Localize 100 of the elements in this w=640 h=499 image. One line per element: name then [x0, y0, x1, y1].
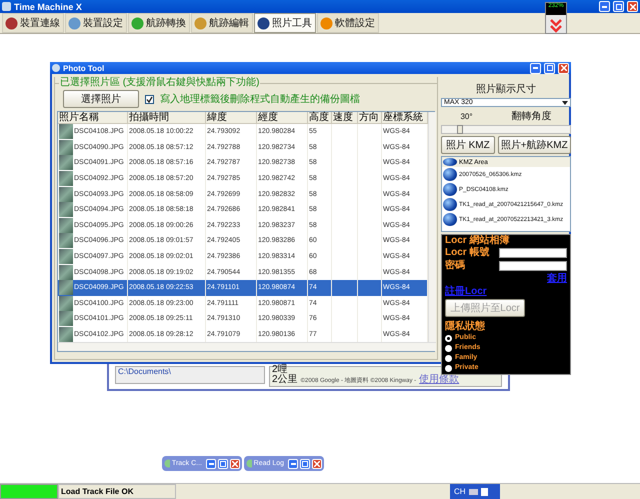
dropdown-icon: [562, 100, 568, 104]
maximize-icon: [616, 4, 622, 10]
globe-icon: [443, 183, 457, 196]
close-icon: [630, 4, 636, 10]
double-chevron-icon[interactable]: [550, 19, 562, 33]
close-button[interactable]: [558, 62, 569, 74]
tab-icon: [131, 16, 144, 30]
status-message: Load Track File OK: [58, 484, 176, 499]
slider-thumb[interactable]: [457, 125, 464, 134]
column-header[interactable]: 經度: [257, 112, 308, 124]
maximize-icon: [220, 460, 226, 466]
minimize-icon: [208, 462, 214, 464]
photo-placeholder: [59, 124, 73, 140]
minimize-icon: [533, 67, 538, 69]
photo-placeholder: [59, 171, 73, 186]
toolbar-tab[interactable]: 裝置連線: [2, 13, 64, 33]
photo-placeholder: [59, 280, 73, 296]
angle-slider[interactable]: [441, 125, 571, 134]
app-icon: [2, 2, 11, 11]
radio-button[interactable]: [445, 334, 452, 342]
tab-icon: [257, 16, 270, 30]
maximize-button[interactable]: [300, 458, 310, 468]
radio-button[interactable]: [445, 364, 452, 372]
window-icon: [164, 459, 170, 468]
map-scale: 2公里: [272, 375, 298, 385]
globe-icon: [443, 198, 457, 211]
app-icon: [52, 64, 60, 72]
window-icon: [246, 459, 252, 468]
minimize-button[interactable]: [599, 1, 610, 12]
panel-title: Locr 網站相簿: [445, 235, 510, 246]
toolbar-tab[interactable]: 照片工具: [254, 13, 316, 33]
column-header[interactable]: 座標系統: [382, 112, 428, 124]
close-button[interactable]: [230, 458, 240, 468]
map-scale: 2哩: [272, 365, 288, 375]
photo-placeholder: [59, 202, 73, 218]
close-icon: [232, 460, 238, 466]
table-cell: [332, 326, 358, 342]
photo-placeholder: [59, 233, 73, 248]
check-icon: [146, 96, 153, 102]
toolbar-tab[interactable]: 軟體設定: [317, 13, 379, 33]
radio-button[interactable]: [445, 344, 452, 352]
tab-icon: [194, 16, 207, 30]
password-label: 密碼: [445, 260, 465, 271]
account-field[interactable]: [499, 248, 567, 258]
globe-icon: [443, 213, 457, 226]
table-cell: [332, 280, 358, 296]
maximize-icon: [546, 65, 552, 71]
select-photos-button[interactable]: 選擇照片: [63, 90, 139, 108]
keyboard-icon[interactable]: [468, 488, 478, 494]
maximize-icon: [302, 460, 308, 466]
minimize-button[interactable]: [206, 458, 216, 468]
toolbar-tab[interactable]: 航跡轉換: [128, 13, 190, 33]
minimize-icon: [290, 462, 296, 464]
table-cell: [358, 296, 382, 312]
table-cell: [332, 296, 358, 312]
maximize-button[interactable]: [613, 1, 624, 12]
photo-placeholder: [59, 296, 73, 311]
scrollbar[interactable]: [428, 112, 436, 342]
tab-icon: [68, 16, 81, 30]
column-header[interactable]: 方向: [358, 112, 382, 124]
photo-placeholder: [59, 186, 73, 202]
help-icon[interactable]: [480, 488, 488, 496]
table-cell: [358, 326, 382, 342]
checkbox[interactable]: [145, 94, 154, 104]
table-cell: [358, 280, 382, 296]
photo-placeholder: [59, 327, 73, 342]
scrollbar[interactable]: [58, 342, 436, 352]
photo-placeholder: [59, 218, 73, 233]
password-field[interactable]: [499, 260, 567, 270]
toolbar-tab[interactable]: 航跡編輯: [191, 13, 253, 33]
photo-placeholder: [59, 249, 73, 264]
photo-placeholder: [59, 140, 73, 155]
column-header[interactable]: 速度: [332, 112, 358, 124]
photo-placeholder: [59, 155, 73, 170]
maximize-button[interactable]: [218, 458, 228, 468]
toolbar-tab[interactable]: 裝置設定: [65, 13, 127, 33]
angle-label: 翻轉角度: [512, 110, 552, 123]
window-title: Photo Tool: [63, 64, 104, 72]
column-header[interactable]: 拍攝時間: [128, 112, 206, 124]
photo-placeholder: [59, 264, 73, 280]
column-header[interactable]: 高度: [308, 112, 332, 124]
column-header[interactable]: 照片名稱: [58, 112, 128, 124]
kmz-button[interactable]: 照片 KMZ: [441, 136, 494, 154]
path-field[interactable]: C:\Documents\: [115, 366, 265, 384]
close-button[interactable]: [627, 1, 638, 12]
account-label: Locr 帳號: [445, 247, 490, 258]
window-title: Time Machine X: [14, 2, 82, 12]
minimize-button[interactable]: [530, 62, 541, 74]
close-icon: [314, 460, 320, 466]
radio-button[interactable]: [445, 354, 452, 362]
tab-icon: [320, 16, 333, 30]
size-label: 照片顯示尺寸: [476, 82, 536, 96]
maximize-button[interactable]: [544, 62, 555, 74]
column-header[interactable]: 緯度: [206, 112, 257, 124]
minimize-button[interactable]: [288, 458, 298, 468]
language-indicator[interactable]: CH: [454, 487, 466, 496]
kmz-button[interactable]: 照片+航跡KMZ: [498, 136, 571, 154]
close-button[interactable]: [312, 458, 322, 468]
close-icon: [560, 65, 566, 71]
angle-value: 30°: [460, 112, 473, 120]
